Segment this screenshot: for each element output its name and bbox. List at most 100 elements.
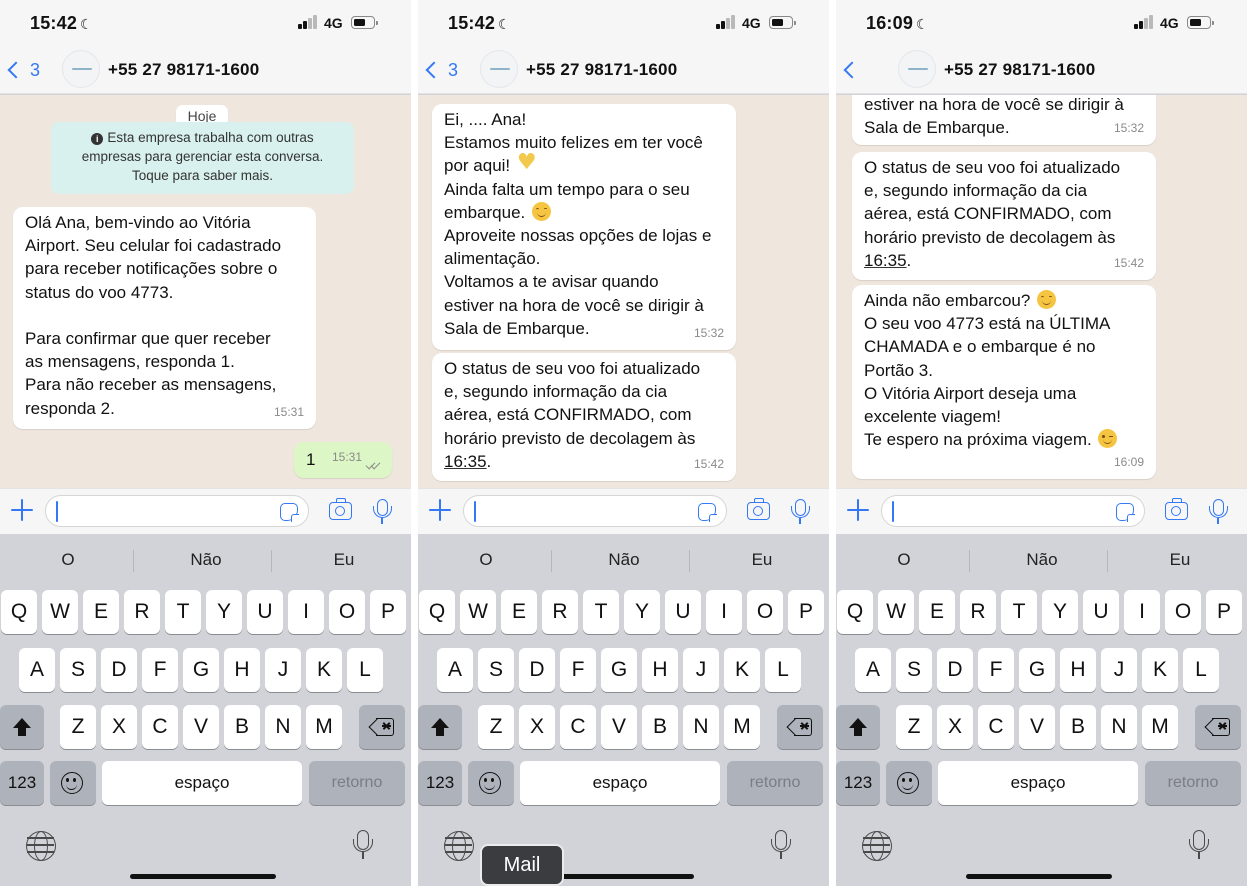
key-a[interactable]: A [437,648,473,692]
message-bubble[interactable]: O status de seu voo foi atualizado e, se… [852,152,1156,280]
camera-icon[interactable] [329,498,352,520]
key-q[interactable]: Q [419,590,455,634]
dictation-icon[interactable] [771,830,791,860]
globe-icon[interactable] [862,831,892,861]
key-o[interactable]: O [1165,590,1201,634]
key-a[interactable]: A [19,648,55,692]
key-q[interactable]: Q [837,590,873,634]
globe-icon[interactable] [26,831,56,861]
suggestion-3[interactable]: Eu [1112,550,1247,570]
mic-icon[interactable] [373,499,392,525]
plus-icon[interactable] [847,499,869,521]
key-c[interactable]: C [142,705,178,749]
space-key[interactable]: espaço [520,761,720,805]
key-g[interactable]: G [601,648,637,692]
back-button[interactable]: 3 [4,54,40,86]
mic-icon[interactable] [1209,499,1228,525]
key-t[interactable]: T [1001,590,1037,634]
time-link[interactable]: 16:35 [444,452,487,471]
camera-icon[interactable] [1165,498,1188,520]
message-bubble[interactable]: Olá Ana, bem-vindo ao Vitória Airport. S… [13,207,316,429]
key-z[interactable]: Z [60,705,96,749]
key-f[interactable]: F [978,648,1014,692]
message-input[interactable] [463,495,727,527]
emoji-key[interactable] [468,761,514,805]
key-q[interactable]: Q [1,590,37,634]
suggestion-2[interactable]: Não [138,550,274,570]
suggestion-1[interactable]: O [0,550,136,570]
key-c[interactable]: C [560,705,596,749]
key-i[interactable]: I [706,590,742,634]
key-h[interactable]: H [224,648,260,692]
sticker-icon[interactable] [698,503,717,522]
key-x[interactable]: X [101,705,137,749]
key-b[interactable]: B [224,705,260,749]
key-j[interactable]: J [265,648,301,692]
key-p[interactable]: P [370,590,406,634]
shift-key[interactable] [836,705,880,749]
return-key[interactable]: retorno [727,761,823,805]
message-bubble[interactable]: Ei, .... Ana! Estamos muito felizes em t… [432,104,736,350]
key-x[interactable]: X [519,705,555,749]
space-key[interactable]: espaço [938,761,1138,805]
sticker-icon[interactable] [1116,503,1135,522]
numbers-key[interactable]: 123 [0,761,44,805]
key-k[interactable]: K [724,648,760,692]
plus-icon[interactable] [11,499,33,521]
key-v[interactable]: V [1019,705,1055,749]
globe-icon[interactable] [444,831,474,861]
message-input[interactable] [881,495,1145,527]
dictation-icon[interactable] [1189,830,1209,860]
contact-name[interactable]: +55 27 98171-1600 [944,60,1095,80]
shift-key[interactable] [0,705,44,749]
key-i[interactable]: I [1124,590,1160,634]
chat-area[interactable]: Ei, .... Ana! Estamos muito felizes em t… [418,95,829,488]
key-v[interactable]: V [601,705,637,749]
key-i[interactable]: I [288,590,324,634]
key-x[interactable]: X [937,705,973,749]
key-d[interactable]: D [937,648,973,692]
suggestion-3[interactable]: Eu [694,550,829,570]
avatar[interactable] [480,50,518,88]
key-h[interactable]: H [642,648,678,692]
space-key[interactable]: espaço [102,761,302,805]
emoji-key[interactable] [50,761,96,805]
sticker-icon[interactable] [280,503,299,522]
avatar[interactable] [62,50,100,88]
key-b[interactable]: B [642,705,678,749]
key-o[interactable]: O [747,590,783,634]
key-a[interactable]: A [855,648,891,692]
contact-name[interactable]: +55 27 98171-1600 [108,60,259,80]
key-e[interactable]: E [501,590,537,634]
key-y[interactable]: Y [206,590,242,634]
suggestion-1[interactable]: O [836,550,972,570]
emoji-key[interactable] [886,761,932,805]
key-v[interactable]: V [183,705,219,749]
return-key[interactable]: retorno [309,761,405,805]
key-z[interactable]: Z [896,705,932,749]
key-m[interactable]: M [306,705,342,749]
key-s[interactable]: S [478,648,514,692]
chat-area[interactable]: Hoje i Esta empresa trabalha com outras e… [0,95,411,488]
key-g[interactable]: G [183,648,219,692]
suggestion-3[interactable]: Eu [276,550,411,570]
key-o[interactable]: O [329,590,365,634]
key-z[interactable]: Z [478,705,514,749]
key-u[interactable]: U [665,590,701,634]
key-d[interactable]: D [101,648,137,692]
key-l[interactable]: L [1183,648,1219,692]
message-bubble[interactable]: O status de seu voo foi atualizado e, se… [432,353,736,481]
message-input[interactable] [45,495,309,527]
numbers-key[interactable]: 123 [418,761,462,805]
key-u[interactable]: U [247,590,283,634]
suggestion-2[interactable]: Não [556,550,692,570]
key-w[interactable]: W [460,590,496,634]
key-w[interactable]: W [42,590,78,634]
sent-message-bubble[interactable]: 1 15:31 [294,442,392,478]
key-w[interactable]: W [878,590,914,634]
key-j[interactable]: J [683,648,719,692]
back-button[interactable] [840,54,866,86]
time-link[interactable]: 16:35 [864,251,907,270]
key-e[interactable]: E [919,590,955,634]
key-n[interactable]: N [1101,705,1137,749]
